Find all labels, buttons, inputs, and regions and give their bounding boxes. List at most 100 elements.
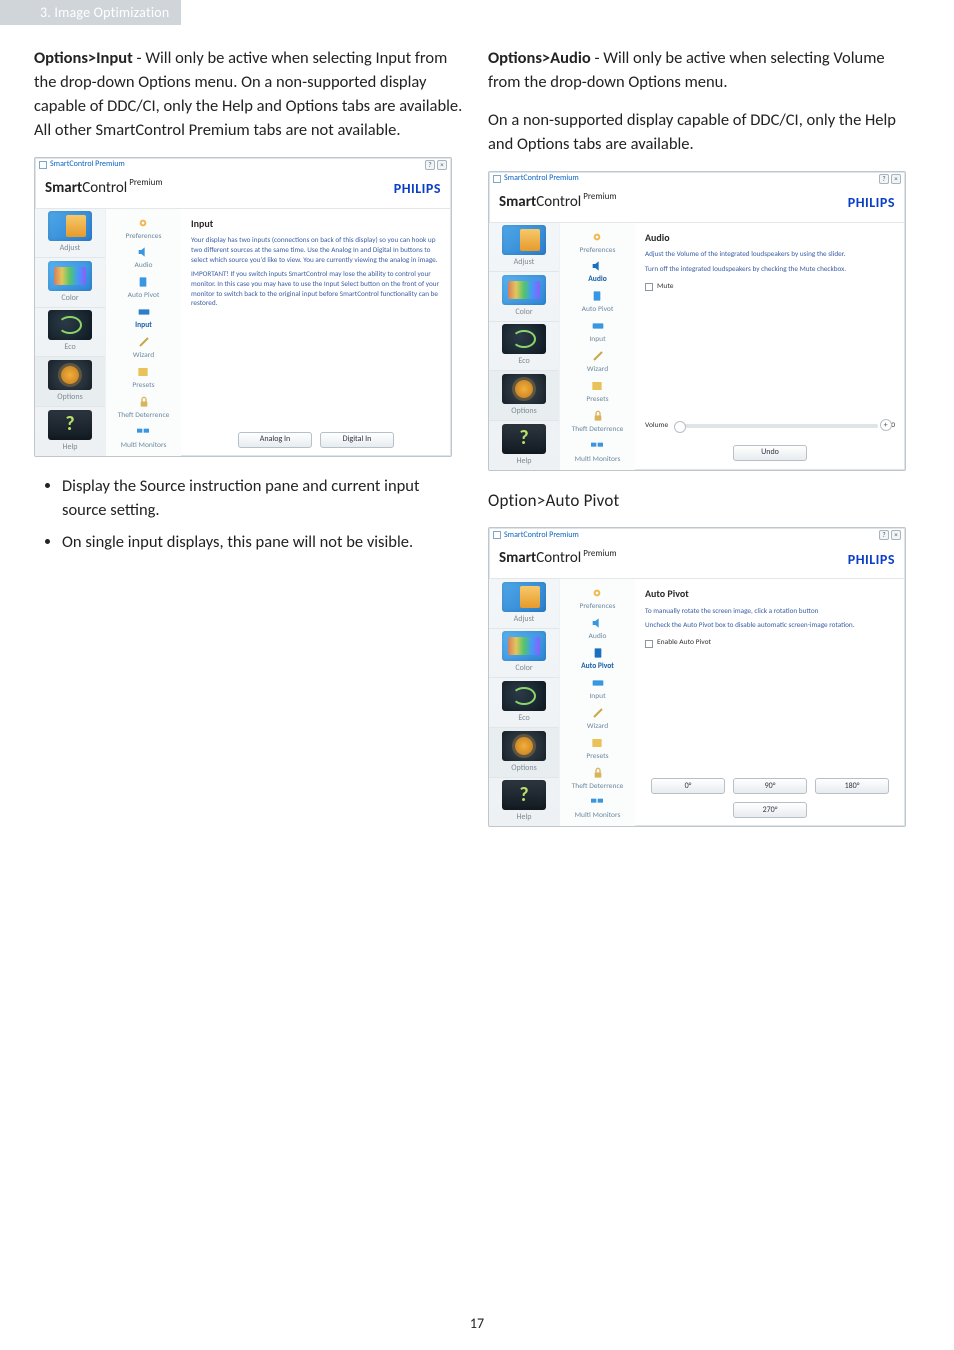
subnav-audio[interactable]: Audio <box>589 615 607 643</box>
options-icon <box>48 360 92 390</box>
subnav-preferences[interactable]: Preferences <box>580 229 616 257</box>
breadcrumb: 3. Image Optimization <box>0 0 181 25</box>
checkbox-icon <box>645 640 653 648</box>
adjust-icon <box>48 211 92 241</box>
help-tile-icon <box>502 424 546 454</box>
subnav-audio[interactable]: Audio <box>135 244 153 272</box>
nav-options[interactable]: Options <box>35 356 105 406</box>
volume-slider[interactable]: + <box>674 424 877 428</box>
subnav-input[interactable]: Input <box>589 675 607 703</box>
nav-color[interactable]: Color <box>489 271 559 321</box>
nav-options[interactable]: Options <box>489 370 559 420</box>
rotate-0-button[interactable]: 0° <box>651 778 725 794</box>
subnav-autopivot[interactable]: Auto Pivot <box>128 274 160 302</box>
close-icon[interactable]: × <box>437 160 447 170</box>
nav-options[interactable]: Options <box>489 727 559 777</box>
subnav-multimon[interactable]: Multi Monitors <box>575 438 621 466</box>
color-icon <box>502 275 546 305</box>
adjust-icon <box>502 225 546 255</box>
analog-in-button[interactable]: Analog In <box>238 432 312 448</box>
subnav-preferences[interactable]: Preferences <box>126 215 162 243</box>
subnav-wizard-label: Wizard <box>133 351 154 362</box>
subnav-input-label: Input <box>589 335 605 346</box>
autopivot-heading: Auto Pivot <box>645 587 895 602</box>
nav-adjust[interactable]: Adjust <box>489 579 559 628</box>
help-icon[interactable]: ? <box>879 530 889 540</box>
subnav-presets[interactable]: Presets <box>586 735 608 763</box>
subnav-preferences[interactable]: Preferences <box>580 585 616 613</box>
rotate-180-button[interactable]: 180° <box>815 778 889 794</box>
subnav-wizard[interactable]: Wizard <box>587 348 608 376</box>
subnav-presets-label: Presets <box>586 395 608 406</box>
mute-checkbox[interactable]: Mute <box>645 282 895 293</box>
subnav-input[interactable]: Input <box>589 318 607 346</box>
subnav-wizard[interactable]: Wizard <box>587 705 608 733</box>
nav-options-label: Options <box>511 406 536 418</box>
primary-nav: Adjust Color Eco Options Help <box>489 223 559 470</box>
subnav-presets[interactable]: Presets <box>132 364 154 392</box>
input-desc-2: IMPORTANT! If you switch inputs SmartCon… <box>191 269 441 308</box>
autopivot-desc-2: Uncheck the Auto Pivot box to disable au… <box>645 620 895 630</box>
app-icon <box>493 175 501 183</box>
input-icon <box>135 304 153 320</box>
help-tile-icon <box>502 780 546 810</box>
subnav-multimon-label: Multi Monitors <box>575 811 621 822</box>
help-icon[interactable]: ? <box>879 174 889 184</box>
gear-icon <box>134 215 152 231</box>
rotate-90-button[interactable]: 90° <box>733 778 807 794</box>
primary-nav: Adjust Color Eco Options Help <box>35 209 105 456</box>
rotate-270-button[interactable]: 270° <box>733 802 807 818</box>
nav-help[interactable]: Help <box>489 777 559 827</box>
secondary-nav: Preferences Audio Auto Pivot Input Wizar… <box>559 579 635 826</box>
nav-help[interactable]: Help <box>489 420 559 470</box>
monitors-icon <box>588 794 606 810</box>
app-icon <box>493 531 501 539</box>
brand-control: Control <box>536 549 581 567</box>
presets-icon <box>588 735 606 751</box>
speaker-icon <box>589 615 607 631</box>
subnav-theft[interactable]: Theft Deterrence <box>572 765 624 793</box>
options-audio-paragraph-2: On a non-supported display capable of DD… <box>488 109 920 157</box>
wizard-icon <box>135 334 153 350</box>
nav-help[interactable]: Help <box>35 406 105 456</box>
nav-color[interactable]: Color <box>35 257 105 307</box>
close-icon[interactable]: × <box>891 174 901 184</box>
nav-adjust[interactable]: Adjust <box>35 209 105 258</box>
brand-premium: Premium <box>583 548 616 559</box>
plus-icon[interactable]: + <box>880 419 892 431</box>
subnav-autopivot[interactable]: Auto Pivot <box>582 288 614 316</box>
close-icon[interactable]: × <box>891 530 901 540</box>
subnav-multimon[interactable]: Multi Monitors <box>575 794 621 822</box>
subnav-multimon[interactable]: Multi Monitors <box>121 424 167 452</box>
undo-button[interactable]: Undo <box>733 445 807 461</box>
monitors-icon <box>588 438 606 454</box>
help-icon[interactable]: ? <box>425 160 435 170</box>
subnav-autopivot[interactable]: Auto Pivot <box>581 645 614 673</box>
subnav-presets[interactable]: Presets <box>586 378 608 406</box>
subnav-wizard[interactable]: Wizard <box>133 334 154 362</box>
subnav-theft[interactable]: Theft Deterrence <box>118 394 170 422</box>
smartcontrol-autopivot-window: SmartControl Premium ? × SmartControlPre… <box>488 527 906 827</box>
eco-icon <box>502 681 546 711</box>
nav-eco[interactable]: Eco <box>489 677 559 727</box>
monitors-icon <box>134 424 152 440</box>
nav-eco[interactable]: Eco <box>35 307 105 357</box>
digital-in-button[interactable]: Digital In <box>320 432 394 448</box>
subnav-theft-label: Theft Deterrence <box>572 782 624 793</box>
adjust-icon <box>502 582 546 612</box>
audio-desc-1: Adjust the Volume of the integrated loud… <box>645 249 895 259</box>
nav-color[interactable]: Color <box>489 628 559 678</box>
subnav-theft-label: Theft Deterrence <box>118 411 170 422</box>
subnav-theft[interactable]: Theft Deterrence <box>572 408 624 436</box>
eco-icon <box>502 324 546 354</box>
speaker-icon <box>135 244 153 260</box>
brand-premium: Premium <box>129 177 162 188</box>
lock-icon <box>135 394 153 410</box>
enable-autopivot-checkbox[interactable]: Enable Auto Pivot <box>645 638 895 649</box>
subnav-audio[interactable]: Audio <box>588 258 606 286</box>
nav-eco[interactable]: Eco <box>489 321 559 371</box>
window-title: SmartControl Premium <box>504 530 579 542</box>
subnav-input[interactable]: Input <box>135 304 153 332</box>
nav-adjust[interactable]: Adjust <box>489 223 559 272</box>
brand: SmartControlPremium <box>45 176 163 200</box>
